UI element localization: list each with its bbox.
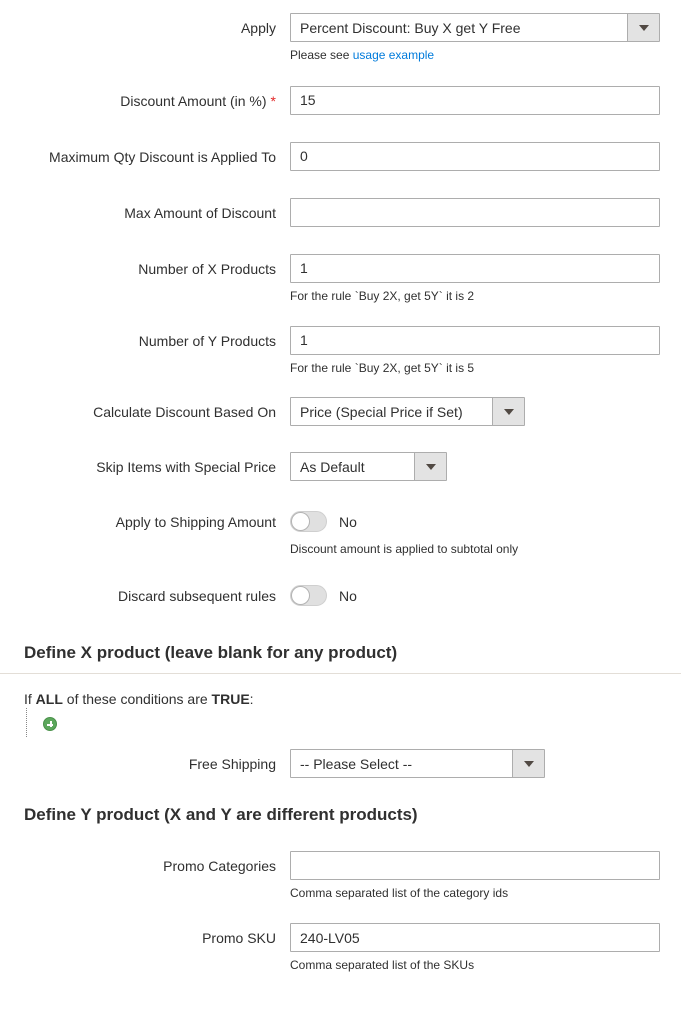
conditions-suffix: :	[250, 691, 254, 707]
label-apply-to-shipping-amount-text: Apply to Shipping Amount	[116, 514, 276, 530]
select-apply[interactable]: Percent Discount: Buy X get Y Free	[290, 13, 660, 42]
field-max-qty-discount: Maximum Qty Discount is Applied To	[0, 142, 685, 171]
select-skip-items-special-price-value: As Default	[291, 453, 414, 480]
required-asterisk: *	[271, 93, 276, 109]
select-apply-value: Percent Discount: Buy X get Y Free	[291, 14, 627, 41]
field-number-x-products: Number of X Products For the rule `Buy 2…	[0, 254, 685, 305]
label-free-shipping-text: Free Shipping	[189, 756, 276, 772]
label-discount-amount-text: Discount Amount (in %)	[120, 93, 266, 109]
input-promo-sku[interactable]	[290, 923, 660, 952]
select-free-shipping[interactable]: -- Please Select --	[290, 749, 545, 778]
select-calculate-discount-based-on-value: Price (Special Price if Set)	[291, 398, 492, 425]
select-free-shipping-value: -- Please Select --	[291, 750, 512, 777]
label-promo-sku-text: Promo SKU	[202, 930, 276, 946]
field-promo-categories: Promo Categories Comma separated list of…	[0, 851, 685, 902]
field-free-shipping: Free Shipping -- Please Select --	[0, 749, 685, 778]
conditions-list	[26, 708, 685, 737]
conditions-value[interactable]: TRUE	[212, 691, 250, 707]
label-promo-categories-text: Promo Categories	[163, 858, 276, 874]
conditions-middle: of these conditions are	[67, 691, 208, 707]
input-max-qty-discount[interactable]	[290, 142, 660, 171]
toggle-discard-subsequent-rules[interactable]	[290, 585, 327, 606]
conditions-aggregator[interactable]: ALL	[36, 691, 63, 707]
toggle-apply-to-shipping-amount[interactable]	[290, 511, 327, 532]
label-apply-to-shipping-amount: Apply to Shipping Amount	[0, 507, 290, 532]
chevron-down-icon	[414, 453, 446, 480]
label-max-amount-discount-text: Max Amount of Discount	[124, 205, 276, 221]
input-max-amount-discount[interactable]	[290, 198, 660, 227]
field-promo-sku: Promo SKU Comma separated list of the SK…	[0, 923, 685, 974]
toggle-knob	[291, 586, 310, 605]
label-max-qty-discount: Maximum Qty Discount is Applied To	[0, 142, 290, 167]
note-promo-sku: Comma separated list of the SKUs	[290, 952, 685, 974]
field-apply-to-shipping-amount: Apply to Shipping Amount No Discount amo…	[0, 507, 685, 558]
plus-circle-icon[interactable]	[43, 717, 57, 731]
conditions-block-x: If ALL of these conditions are TRUE:	[0, 690, 685, 737]
select-calculate-discount-based-on[interactable]: Price (Special Price if Set)	[290, 397, 525, 426]
input-number-x-products[interactable]	[290, 254, 660, 283]
select-skip-items-special-price[interactable]: As Default	[290, 452, 447, 481]
label-discard-subsequent-rules: Discard subsequent rules	[0, 581, 290, 606]
chevron-down-icon	[627, 14, 659, 41]
toggle-apply-to-shipping-amount-value: No	[339, 514, 357, 530]
label-number-x-products: Number of X Products	[0, 254, 290, 279]
conditions-sentence: If ALL of these conditions are TRUE:	[24, 690, 685, 708]
label-skip-items-special-price: Skip Items with Special Price	[0, 452, 290, 477]
label-promo-categories: Promo Categories	[0, 851, 290, 876]
label-max-amount-discount: Max Amount of Discount	[0, 198, 290, 223]
chevron-down-icon	[492, 398, 524, 425]
section-heading-define-y-product: Define Y product (X and Y are different …	[0, 805, 681, 825]
label-promo-sku: Promo SKU	[0, 923, 290, 948]
toggle-discard-subsequent-rules-value: No	[339, 588, 357, 604]
label-apply: Apply	[0, 13, 290, 38]
label-discount-amount: Discount Amount (in %) *	[0, 86, 290, 111]
label-apply-text: Apply	[241, 20, 276, 36]
note-promo-categories: Comma separated list of the category ids	[290, 880, 685, 902]
note-apply-to-shipping-amount: Discount amount is applied to subtotal o…	[290, 536, 685, 558]
field-skip-items-special-price: Skip Items with Special Price As Default	[0, 452, 685, 481]
label-number-y-products-text: Number of Y Products	[139, 333, 276, 349]
input-number-y-products[interactable]	[290, 326, 660, 355]
note-number-y-products: For the rule `Buy 2X, get 5Y` it is 5	[290, 355, 685, 377]
label-max-qty-discount-text: Maximum Qty Discount is Applied To	[49, 149, 276, 165]
label-free-shipping: Free Shipping	[0, 749, 290, 774]
field-discount-amount: Discount Amount (in %) *	[0, 86, 685, 115]
field-apply: Apply Percent Discount: Buy X get Y Free…	[0, 13, 685, 64]
field-calculate-discount-based-on: Calculate Discount Based On Price (Speci…	[0, 397, 685, 426]
usage-example-link[interactable]: usage example	[353, 48, 434, 62]
field-max-amount-discount: Max Amount of Discount	[0, 198, 685, 227]
toggle-knob	[291, 512, 310, 531]
note-apply-prefix: Please see	[290, 48, 353, 62]
label-discard-subsequent-rules-text: Discard subsequent rules	[118, 588, 276, 604]
note-number-x-products: For the rule `Buy 2X, get 5Y` it is 2	[290, 283, 685, 305]
input-promo-categories[interactable]	[290, 851, 660, 880]
label-calculate-discount-based-on-text: Calculate Discount Based On	[93, 404, 276, 420]
chevron-down-icon	[512, 750, 544, 777]
toggle-row-discard-subsequent-rules: No	[290, 581, 685, 610]
field-discard-subsequent-rules: Discard subsequent rules No	[0, 581, 685, 610]
cart-price-rule-actions-form: Apply Percent Discount: Buy X get Y Free…	[0, 13, 685, 974]
toggle-row-apply-to-shipping-amount: No	[290, 507, 685, 536]
input-discount-amount[interactable]	[290, 86, 660, 115]
label-calculate-discount-based-on: Calculate Discount Based On	[0, 397, 290, 422]
conditions-prefix: If	[24, 691, 32, 707]
field-number-y-products: Number of Y Products For the rule `Buy 2…	[0, 326, 685, 377]
section-heading-define-x-product: Define X product (leave blank for any pr…	[0, 643, 681, 673]
note-apply: Please see usage example	[290, 42, 685, 64]
label-number-x-products-text: Number of X Products	[138, 261, 276, 277]
label-skip-items-special-price-text: Skip Items with Special Price	[96, 459, 276, 475]
label-number-y-products: Number of Y Products	[0, 326, 290, 351]
